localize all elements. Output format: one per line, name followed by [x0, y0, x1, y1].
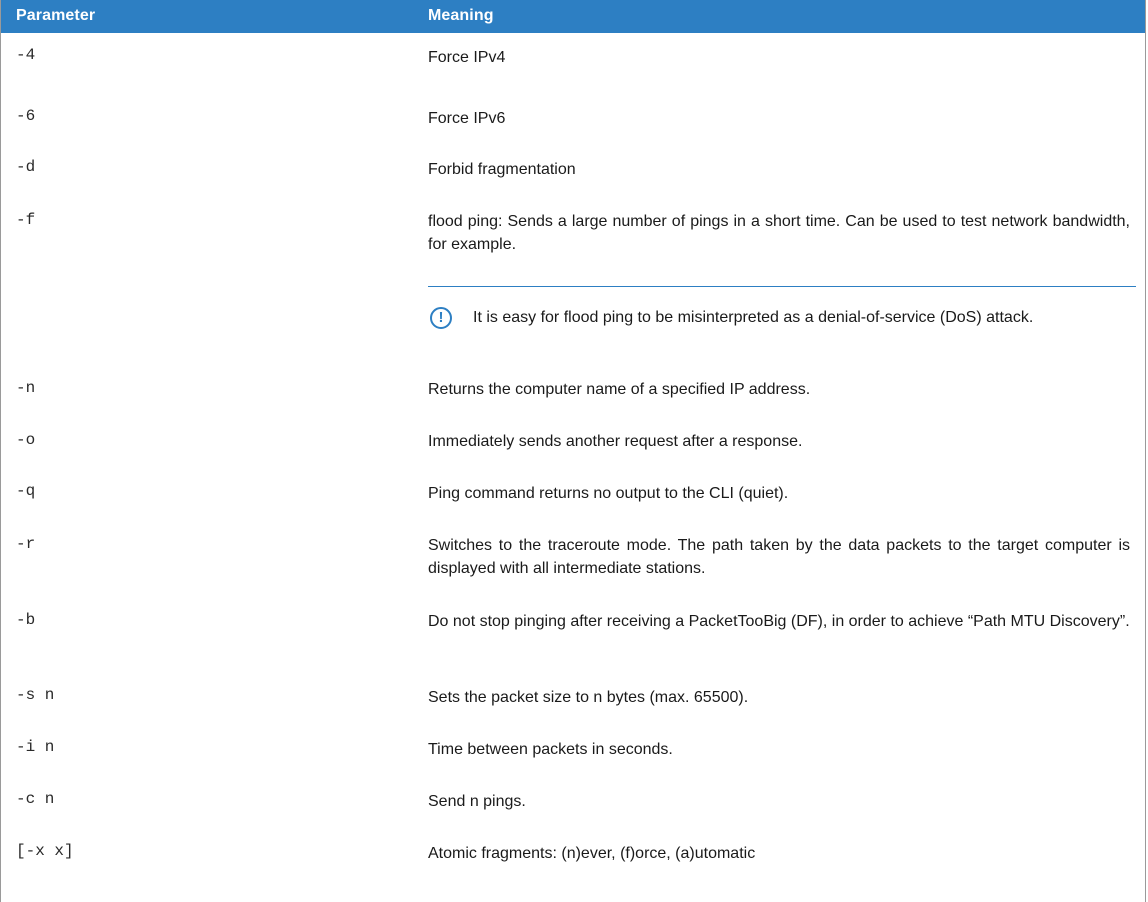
meaning-cell: Ping command returns no output to the CL… [428, 485, 789, 502]
param-cell: -i n [16, 738, 55, 756]
param-cell: -n [16, 379, 36, 397]
header-parameter: Parameter [16, 7, 96, 24]
param-cell: -s n [16, 686, 55, 704]
meaning-cell: Sets the packet size to n bytes (max. 65… [428, 689, 749, 706]
table-header: Parameter Meaning [1, 0, 1145, 33]
meaning-cell: Time between packets in seconds. [428, 741, 673, 758]
param-cell: -b [16, 611, 36, 629]
param-cell: -6 [16, 107, 36, 125]
meaning-cell: Force IPv6 [428, 110, 506, 127]
meaning-cell: flood ping: Sends a large number of ping… [428, 213, 1130, 253]
meaning-cell: Forbid fragmentation [428, 161, 576, 178]
param-cell: -4 [16, 46, 36, 64]
param-cell: [-x x] [16, 842, 74, 860]
meaning-cell: Immediately sends another request after … [428, 433, 803, 450]
param-cell: -f [16, 211, 36, 229]
note-divider [428, 286, 1136, 287]
meaning-cell: Switches to the traceroute mode. The pat… [428, 537, 1130, 577]
meaning-cell: Send n pings. [428, 793, 526, 810]
header-meaning: Meaning [428, 7, 494, 24]
meaning-cell: Do not stop pinging after receiving a Pa… [428, 613, 1130, 630]
meaning-cell: Returns the computer name of a specified… [428, 381, 811, 398]
param-cell: -q [16, 482, 36, 500]
meaning-cell: Atomic fragments: (n)ever, (f)orce, (a)u… [428, 845, 756, 862]
parameter-table: Parameter Meaning -4 Force IPv4 -6 Force… [0, 0, 1146, 902]
param-cell: -d [16, 158, 36, 176]
param-cell: -r [16, 535, 36, 553]
note-text: It is easy for flood ping to be misinter… [473, 309, 1034, 326]
param-cell: -c n [16, 790, 55, 808]
exclamation-circle-icon: ! [430, 307, 452, 329]
param-cell: -o [16, 431, 36, 449]
meaning-cell: Force IPv4 [428, 49, 506, 66]
